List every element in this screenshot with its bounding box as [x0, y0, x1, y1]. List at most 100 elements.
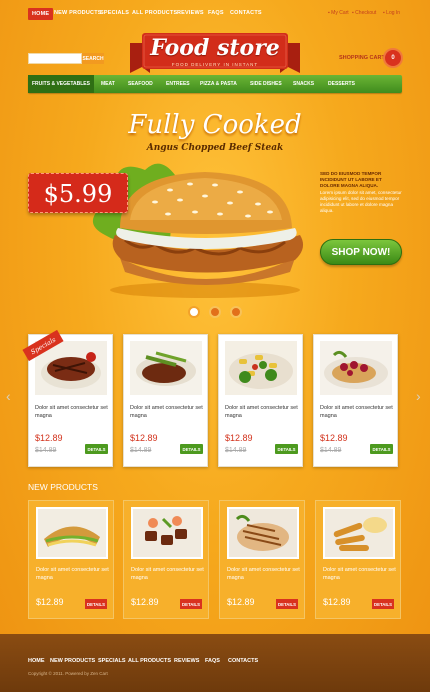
new-product-card[interactable]: Dolor sit amet consectetur set magna $12…: [123, 500, 209, 619]
topnav-home[interactable]: HOME: [28, 8, 54, 20]
topnav-all-products[interactable]: ALL PRODUCTS: [132, 10, 177, 16]
category-meat[interactable]: MEAT: [101, 81, 115, 87]
page: HOME NEW PRODUCTS SPECIALS ALL PRODUCTS …: [0, 0, 430, 692]
special-product-card[interactable]: Specials Dolor sit amet consectetur set …: [22, 329, 113, 467]
slider-dot-1[interactable]: [188, 306, 200, 318]
details-button[interactable]: DETAILS: [276, 599, 298, 609]
category-seafood[interactable]: SEAFOOD: [128, 81, 153, 87]
product-price: $12.89: [36, 597, 64, 607]
product-image-beef-shrimp[interactable]: [131, 507, 203, 559]
footer: HOME NEW PRODUCTS SPECIALS ALL PRODUCTS …: [0, 634, 430, 692]
product-old-price: $14.89: [225, 447, 247, 454]
details-button[interactable]: DETAILS: [180, 444, 203, 454]
hero-price: $5.99: [43, 180, 113, 208]
shopping-cart-label[interactable]: SHOPPING CART: [339, 55, 385, 61]
footer-link-specials[interactable]: SPECIALS: [98, 658, 126, 664]
my-cart-label: My Cart: [331, 10, 349, 16]
product-old-price: $14.89: [35, 447, 57, 454]
search-input[interactable]: [28, 53, 82, 64]
product-price: $12.89: [131, 597, 159, 607]
shop-now-button[interactable]: SHOP NOW!: [320, 239, 402, 265]
product-name[interactable]: Dolor sit amet consectetur set magna: [225, 405, 299, 420]
special-product-card[interactable]: Dolor sit amet consectetur set magna $12…: [313, 334, 398, 467]
product-old-price: $14.89: [130, 447, 152, 454]
new-product-card[interactable]: Dolor sit amet consectetur set magna $12…: [219, 500, 305, 619]
details-button[interactable]: DETAILS: [85, 444, 108, 454]
category-bar: FRUITS & VEGETABLES MEAT SEAFOOD ENTREES…: [28, 75, 402, 93]
cart-count-badge[interactable]: 0: [383, 48, 403, 68]
hero-description-highlight: SED DO EIUSMOD TEMPOR INCIDIDUNT UT LABO…: [320, 171, 382, 189]
topnav-specials[interactable]: SPECIALS: [100, 10, 129, 16]
product-name[interactable]: Dolor sit amet consectetur set magna: [35, 405, 109, 420]
product-image-grilled-beef[interactable]: [130, 341, 202, 395]
footer-link-faqs[interactable]: FAQS: [205, 658, 220, 664]
hero-description: SED DO EIUSMOD TEMPOR INCIDIDUNT UT LABO…: [320, 171, 402, 214]
search-form: SEARCH: [28, 53, 104, 64]
logo-title: Food store: [150, 35, 280, 61]
details-button[interactable]: DETAILS: [85, 599, 107, 609]
product-name[interactable]: Dolor sit amet consectetur set magna: [320, 405, 394, 420]
slider-dots: [188, 306, 244, 318]
category-desserts[interactable]: DESSERTS: [328, 81, 355, 87]
category-side-dishes[interactable]: SIDE DISHES: [250, 81, 282, 87]
product-price: $12.89: [320, 433, 348, 443]
login-label: Log In: [386, 10, 401, 16]
footer-link-reviews[interactable]: REVIEWS: [174, 658, 199, 664]
top-nav: HOME NEW PRODUCTS SPECIALS ALL PRODUCTS …: [0, 0, 430, 26]
special-product-card[interactable]: Dolor sit amet consectetur set magna $12…: [218, 334, 303, 467]
details-button[interactable]: DETAILS: [372, 599, 394, 609]
category-entrees[interactable]: ENTREES: [166, 81, 190, 87]
footer-link-new-products[interactable]: NEW PRODUCTS: [50, 658, 95, 664]
search-button[interactable]: SEARCH: [82, 53, 104, 64]
footer-link-all-products[interactable]: ALL PRODUCTS: [128, 658, 171, 664]
category-fruits-vegetables[interactable]: FRUITS & VEGETABLES: [28, 75, 94, 93]
product-image-pasta-broccoli[interactable]: [225, 341, 297, 395]
topnav-new-products[interactable]: NEW PRODUCTS: [54, 10, 102, 16]
product-name[interactable]: Dolor sit amet consectetur set magna: [323, 567, 397, 582]
category-pizza-pasta[interactable]: PIZZA & PASTA: [200, 81, 237, 87]
hero-subtitle: Angus Chopped Beef Steak: [146, 143, 284, 153]
product-price: $12.89: [225, 433, 253, 443]
product-image-sandwich[interactable]: [36, 507, 108, 559]
details-button[interactable]: DETAILS: [180, 599, 202, 609]
product-image-grilled-chicken[interactable]: [227, 507, 299, 559]
my-cart-link[interactable]: ▪ My Cart: [328, 10, 349, 16]
topnav-contacts[interactable]: CONTACTS: [230, 10, 262, 16]
carousel-next-arrow[interactable]: ›: [416, 388, 421, 404]
footer-link-home[interactable]: HOME: [28, 658, 45, 664]
product-image-fried-sticks[interactable]: [323, 507, 395, 559]
checkout-link[interactable]: ▪ Checkout: [352, 10, 376, 16]
product-name[interactable]: Dolor sit amet consectetur set magna: [131, 567, 205, 582]
checkout-label: Checkout: [355, 10, 377, 16]
slider-dot-2[interactable]: [209, 306, 221, 318]
product-old-price: $14.89: [320, 447, 342, 454]
logo[interactable]: Food store FOOD DELIVERY IN INSTANT: [130, 33, 300, 75]
footer-link-contacts[interactable]: CONTACTS: [228, 658, 258, 664]
product-price: $12.89: [130, 433, 158, 443]
hero-title: Fully Cooked: [128, 110, 302, 140]
product-name[interactable]: Dolor sit amet consectetur set magna: [36, 567, 110, 582]
details-button[interactable]: DETAILS: [275, 444, 298, 454]
special-product-card[interactable]: Dolor sit amet consectetur set magna $12…: [123, 334, 208, 467]
new-products-heading: NEW PRODUCTS: [28, 482, 98, 492]
burger-image: [80, 140, 330, 300]
copyright: Copyright © 2011. Powered by Zen Cart: [28, 671, 108, 676]
product-name[interactable]: Dolor sit amet consectetur set magna: [130, 405, 204, 420]
category-snacks[interactable]: SNACKS: [293, 81, 314, 87]
carousel-prev-arrow[interactable]: ‹: [6, 388, 11, 404]
product-price: $12.89: [35, 433, 63, 443]
hero-description-body: Lorem ipsum dolor sit amet, consectetur …: [320, 189, 402, 214]
new-product-card[interactable]: Dolor sit amet consectetur set magna $12…: [315, 500, 401, 619]
details-button[interactable]: DETAILS: [370, 444, 393, 454]
product-price: $12.89: [227, 597, 255, 607]
topnav-reviews[interactable]: REVIEWS: [177, 10, 204, 16]
product-name[interactable]: Dolor sit amet consectetur set magna: [227, 567, 301, 582]
product-price: $12.89: [323, 597, 351, 607]
logo-subtitle: FOOD DELIVERY IN INSTANT: [171, 62, 259, 67]
topnav-faqs[interactable]: FAQS: [208, 10, 224, 16]
price-tag: $5.99: [28, 173, 128, 213]
slider-dot-3[interactable]: [230, 306, 242, 318]
product-image-berry-dish[interactable]: [320, 341, 392, 395]
login-link[interactable]: ▪ Log In: [383, 10, 400, 16]
new-product-card[interactable]: Dolor sit amet consectetur set magna $12…: [28, 500, 114, 619]
